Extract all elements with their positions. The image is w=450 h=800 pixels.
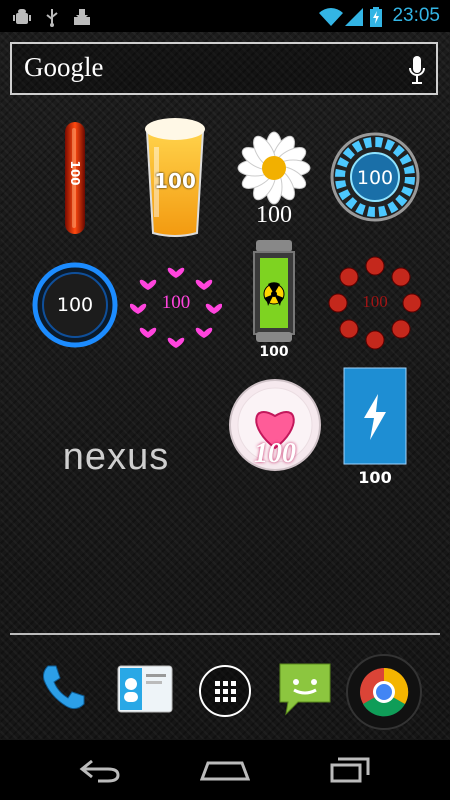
heart-plate-battery-widget[interactable]: 100: [228, 378, 322, 472]
google-logo[interactable]: Google: [24, 52, 103, 83]
android-debug-icon: [12, 7, 32, 31]
skull-ring-battery-widget[interactable]: 100: [328, 256, 422, 350]
daisy-level: 100: [256, 202, 292, 228]
download-icon: [72, 7, 92, 31]
messaging-icon[interactable]: [276, 660, 334, 724]
arc-reactor-battery-widget[interactable]: 100: [330, 132, 420, 222]
google-search-bar[interactable]: Google: [10, 42, 438, 95]
beer-level: 100: [154, 169, 196, 193]
beer-battery-widget[interactable]: 100: [143, 117, 207, 241]
nexus-wallpaper-logo: nexus: [46, 436, 186, 482]
battery-icon: [370, 7, 382, 31]
status-bar: 23:05: [0, 0, 450, 32]
app-drawer-icon[interactable]: [198, 664, 252, 722]
clock: 23:05: [392, 5, 440, 26]
signal-icon: [344, 7, 364, 31]
back-button[interactable]: [78, 755, 122, 787]
usb-icon: [44, 7, 60, 31]
home-button[interactable]: [199, 755, 251, 787]
phone-icon[interactable]: [36, 660, 92, 720]
hearts-ring-battery-widget[interactable]: 100: [129, 258, 223, 350]
mic-icon[interactable]: [408, 55, 426, 89]
thermometer-battery-widget[interactable]: 100: [62, 120, 88, 238]
dock-divider: [10, 633, 440, 635]
recents-button[interactable]: [328, 755, 374, 787]
blue-ring-level: 100: [56, 294, 94, 316]
skull-ring-level: 100: [362, 292, 388, 311]
wifi-icon: [318, 7, 344, 31]
contacts-icon[interactable]: [116, 662, 174, 720]
chrome-icon[interactable]: [346, 654, 422, 734]
nexus-text: nexus: [62, 436, 170, 478]
arc-reactor-level: 100: [356, 167, 394, 189]
bolt-battery-widget[interactable]: 100: [342, 366, 408, 488]
radioactive-level: 100: [259, 344, 289, 360]
hearts-ring-level: 100: [161, 292, 191, 313]
thermometer-level: 100: [68, 160, 82, 186]
blue-ring-battery-widget[interactable]: 100: [32, 262, 118, 348]
bolt-battery-level: 100: [358, 468, 392, 487]
radioactive-battery-widget[interactable]: 100: [252, 240, 296, 364]
daisy-battery-widget[interactable]: 100: [236, 130, 312, 234]
heart-plate-level: 100: [254, 438, 296, 469]
navigation-bar: [0, 740, 450, 800]
